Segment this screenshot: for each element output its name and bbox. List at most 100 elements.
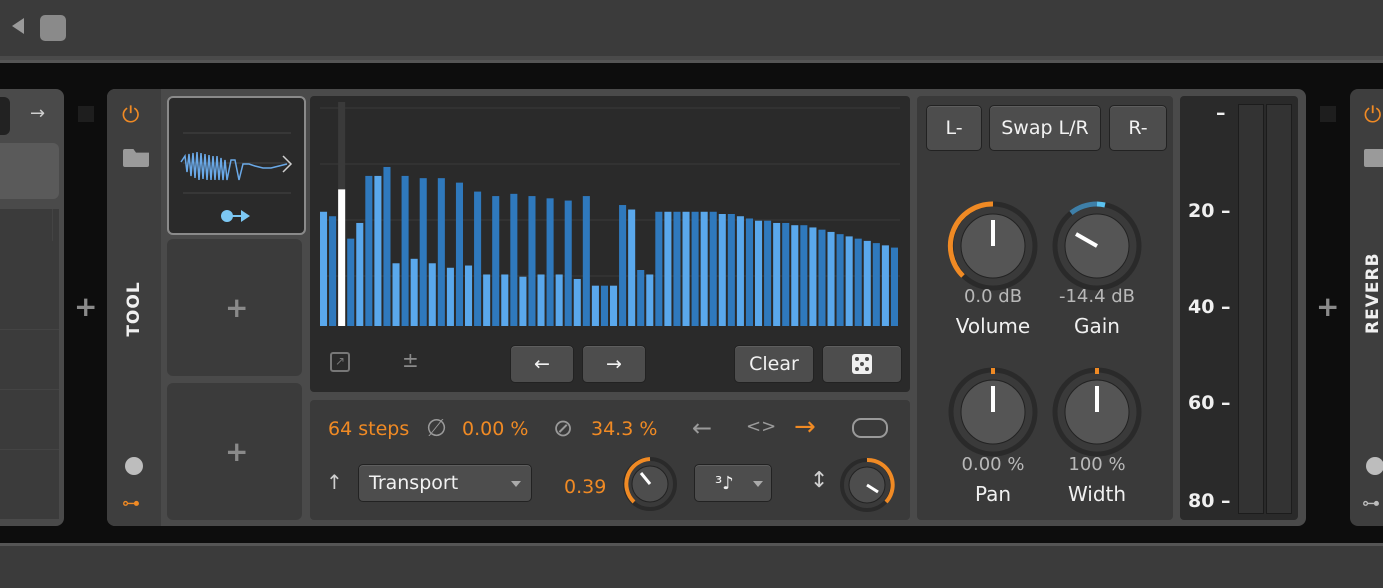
step-bar [836,234,844,326]
swap-lr-button[interactable]: Swap L/R [989,105,1101,151]
step-bar [736,216,744,326]
step-bar [510,193,518,326]
note-value-select[interactable]: ³♪ [694,464,772,502]
width-value: 100 % [1068,454,1126,475]
width-label: Width [1067,482,1127,506]
meter-tick-60: 60 – [1188,392,1231,414]
shift-right-button[interactable]: → [582,345,646,383]
step-bar [329,216,337,326]
folder-icon[interactable] [1364,149,1383,167]
mix-panel: L- Swap L/R R- 0.0 dB Volume -14.4 dB Ga… [917,96,1173,520]
left-mute-button[interactable]: L- [926,105,982,151]
rate-value[interactable]: 0.39 [564,476,606,498]
clear-button[interactable]: Clear [734,345,814,383]
gain-label: Gain [1074,314,1120,338]
step-bar [755,220,763,326]
step-bar [709,211,717,326]
step-grid[interactable] [320,102,900,326]
step-bar [537,274,545,326]
shift-left-button[interactable]: ← [510,345,574,383]
step-bar [619,205,627,326]
direction-both-button[interactable]: <> [746,416,776,437]
step-bar [863,240,871,326]
step-bar [365,175,373,326]
transport-select-value: Transport [369,472,459,494]
sequencer-settings-panel: 64 steps ∅ 0.00 % ⊘ 34.3 % ← <> → ↑ Tran… [310,400,910,520]
phase-icon: ∅ [426,414,447,442]
step-bar [347,238,355,326]
step-bar [555,274,563,326]
step-bar [591,285,599,326]
meter-tick-20: 20 – [1188,200,1231,222]
right-mute-button[interactable]: R- [1109,105,1167,151]
chevron-down-icon [511,481,521,487]
modulator-slot-empty-2[interactable]: + [167,383,302,520]
step-bar [573,278,581,326]
gain-value: -14.4 dB [1058,286,1136,307]
add-modulator-icon: + [225,435,249,468]
meter-bar-left [1238,104,1264,514]
step-bar [890,247,898,326]
amount-knob[interactable] [838,456,896,514]
meter-tick-0: – [1216,102,1226,124]
modulator-slot-empty-1[interactable]: + [167,239,302,376]
bipolar-toggle[interactable]: ± [402,348,419,372]
volume-value: 0.0 dB [963,286,1023,307]
skew-value[interactable]: 34.3 % [591,418,657,440]
gain-knob[interactable] [1051,200,1143,292]
step-bar [845,236,853,326]
randomize-button[interactable] [822,345,902,383]
meter-tick-80: 80 – [1188,490,1231,512]
routing-icon[interactable]: ⊶ [122,493,140,514]
width-knob[interactable] [1051,366,1143,458]
pan-knob[interactable] [947,366,1039,458]
top-toolbar [0,0,1383,63]
step-bar [428,263,436,326]
step-bar [764,220,772,326]
toolbar-divider [0,56,1383,60]
power-icon[interactable]: ⏻ [122,103,139,128]
step-bar [410,258,418,326]
back-icon[interactable] [12,18,24,34]
direction-right-button[interactable]: → [794,412,816,442]
skew-icon: ⊘ [553,414,574,442]
previous-device-input[interactable] [0,97,10,135]
step-sequencer-panel: ↗ ± ← → Clear [310,96,910,392]
vertical-arrows-icon[interactable]: ↕ [810,468,828,493]
step-bar [881,245,889,326]
loop-icon[interactable] [852,418,888,438]
step-bar [782,222,790,326]
device-indicator [1320,106,1336,122]
routing-icon[interactable]: ⊶ [1362,493,1380,514]
popout-icon[interactable]: ↗ [330,352,350,372]
previous-device-slot[interactable] [0,143,59,199]
modulator-slot-active[interactable] [167,96,306,235]
step-bar [501,274,509,326]
rate-knob[interactable] [622,456,678,512]
step-bar [628,209,636,326]
meter-bar-right [1266,104,1292,514]
arrow-right-icon[interactable]: → [30,103,45,124]
step-bar [600,285,608,326]
step-bar [392,263,400,326]
reverb-device-name: REVERB [1363,252,1383,334]
step-bar [446,267,454,326]
level-meter: – 20 – 40 – 60 – 80 – [1180,96,1298,520]
arrow-up-icon[interactable]: ↑ [326,470,343,494]
modulator-icon[interactable] [1366,457,1383,475]
add-device-button[interactable]: + [1316,290,1339,323]
modulator-icon[interactable] [125,457,143,475]
scroll-handle[interactable] [40,15,66,41]
add-device-button[interactable]: + [74,290,97,323]
steps-count[interactable]: 64 steps [328,418,409,440]
device-name: TOOL [124,281,144,337]
phase-value[interactable]: 0.00 % [462,418,528,440]
direction-left-button[interactable]: ← [692,414,712,442]
folder-icon[interactable] [123,149,149,167]
step-bar [818,229,826,326]
step-bar [809,227,817,326]
transport-select[interactable]: Transport [358,464,532,502]
volume-knob[interactable] [947,200,1039,292]
power-icon[interactable]: ⏻ [1364,103,1381,128]
step-bar [664,211,672,326]
